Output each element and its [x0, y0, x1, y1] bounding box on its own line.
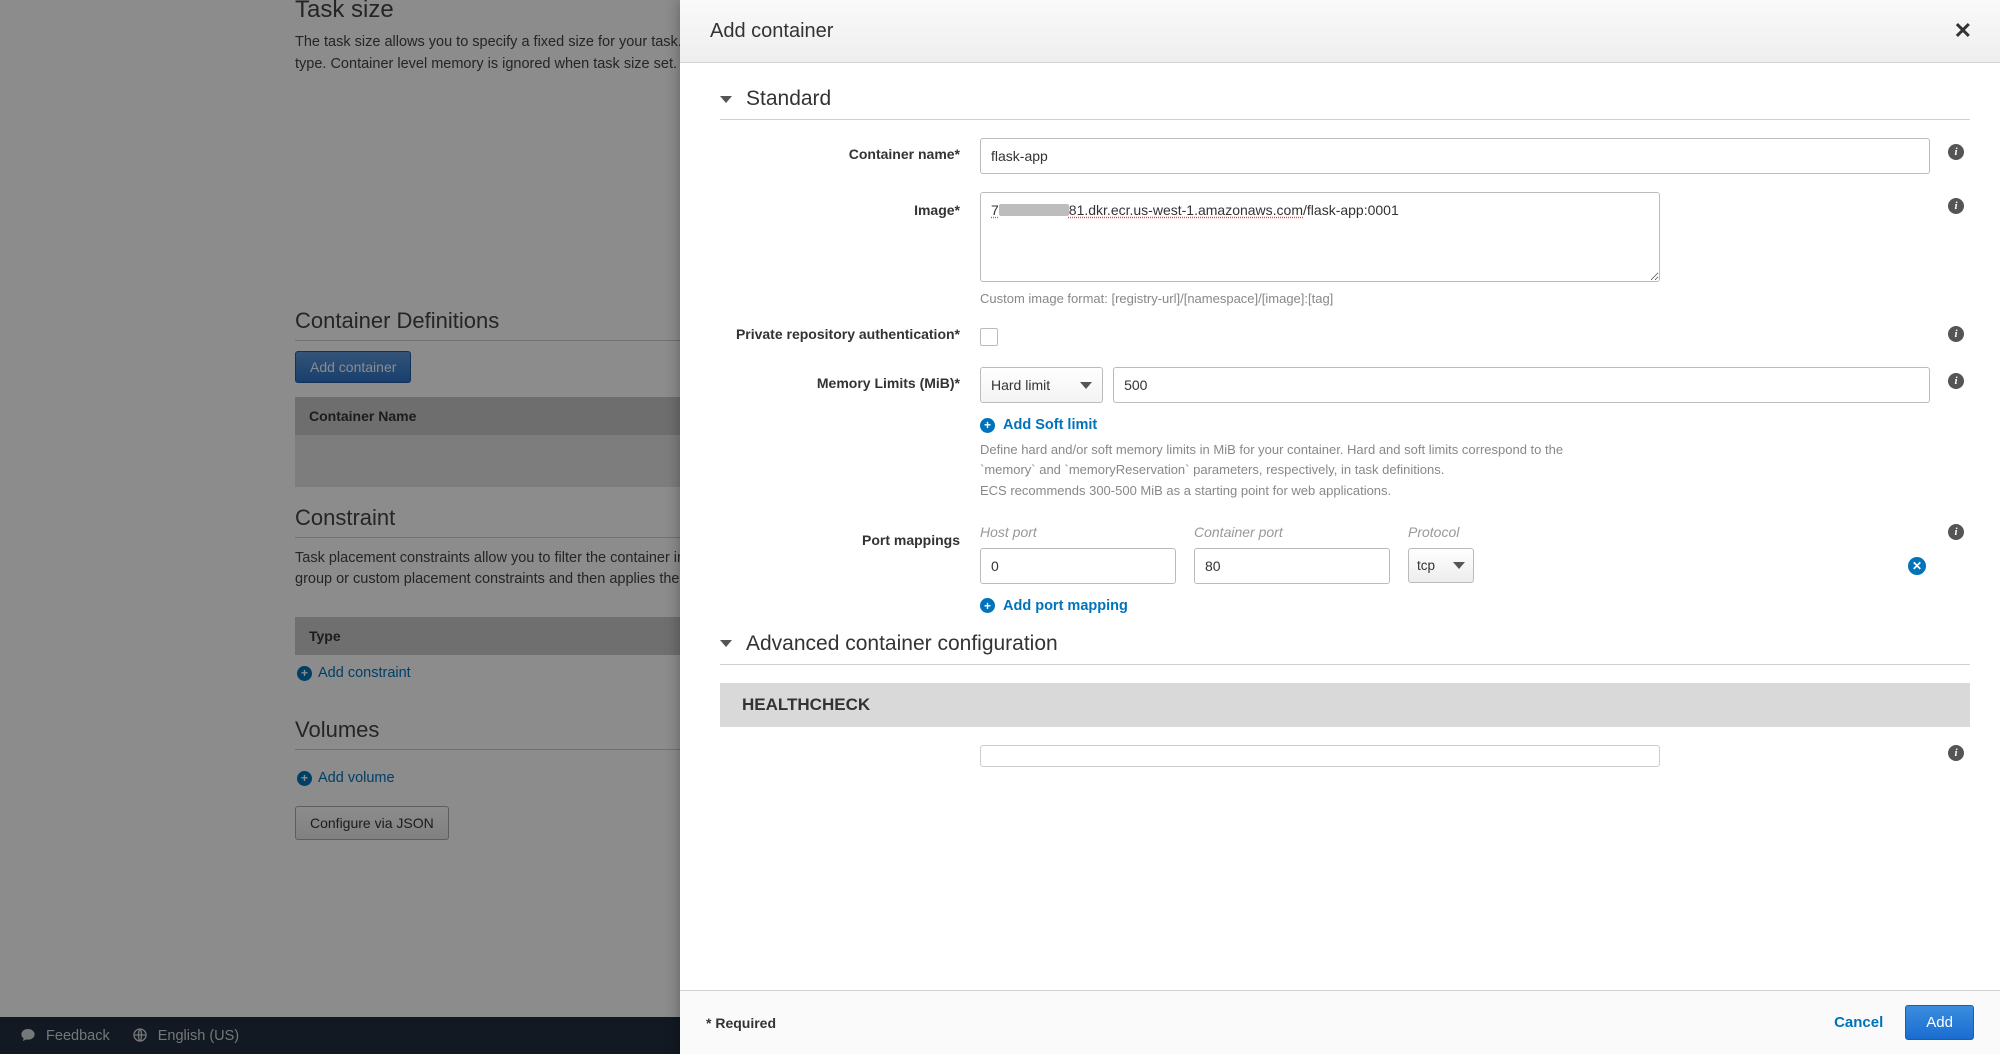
cancel-button[interactable]: Cancel — [1834, 1014, 1883, 1031]
add-button[interactable]: Add — [1905, 1005, 1974, 1040]
modal-title: Add container — [710, 20, 833, 43]
add-container-modal: Add container ✕ Standard Container name*… — [680, 0, 2000, 1054]
private-repo-auth-label: Private repository authentication* — [720, 326, 980, 342]
caret-down-icon — [720, 96, 732, 103]
memory-hint-2: `memory` and `memoryReservation` paramet… — [980, 461, 1930, 479]
add-soft-limit-link[interactable]: + Add Soft limit — [980, 417, 1097, 433]
info-icon[interactable]: i — [1948, 326, 1964, 342]
standard-section-header[interactable]: Standard — [720, 87, 1970, 120]
container-name-input[interactable] — [980, 138, 1930, 174]
info-icon[interactable]: i — [1948, 745, 1964, 761]
private-repo-auth-checkbox[interactable] — [980, 328, 998, 346]
memory-hint-3: ECS recommends 300-500 MiB as a starting… — [980, 482, 1930, 500]
modal-footer: * Required Cancel Add — [680, 990, 2000, 1054]
port-mapping-headers: Host port Container port Protocol — [980, 524, 1930, 540]
port-mappings-label: Port mappings — [720, 524, 980, 548]
info-icon[interactable]: i — [1948, 144, 1964, 160]
image-label: Image* — [720, 192, 980, 218]
redacted-account-id — [999, 204, 1069, 216]
modal-body: Standard Container name* i Image* 781.dk… — [680, 63, 2000, 990]
plus-icon: + — [980, 598, 995, 613]
plus-icon: + — [980, 418, 995, 433]
container-name-label: Container name* — [720, 138, 980, 162]
info-icon[interactable]: i — [1948, 524, 1964, 540]
memory-limit-value-input[interactable] — [1113, 367, 1930, 403]
port-mapping-row: tcp ✕ — [980, 548, 1930, 584]
advanced-section-header[interactable]: Advanced container configuration — [720, 632, 1970, 665]
remove-port-mapping-icon[interactable]: ✕ — [1908, 557, 1926, 575]
caret-down-icon — [1453, 562, 1465, 569]
close-icon[interactable]: ✕ — [1954, 18, 1972, 44]
container-port-input[interactable] — [1194, 548, 1390, 584]
image-format-hint: Custom image format: [registry-url]/[nam… — [980, 290, 1930, 308]
caret-down-icon — [720, 640, 732, 647]
memory-hint-1: Define hard and/or soft memory limits in… — [980, 441, 1930, 459]
info-icon[interactable]: i — [1948, 198, 1964, 214]
memory-limits-label: Memory Limits (MiB)* — [720, 367, 980, 391]
memory-limit-type-select[interactable]: Hard limit — [980, 367, 1103, 403]
required-note: * Required — [706, 1015, 776, 1031]
add-port-mapping-link[interactable]: + Add port mapping — [980, 598, 1128, 614]
info-icon[interactable]: i — [1948, 373, 1964, 389]
healthcheck-command-input[interactable] — [980, 745, 1660, 767]
image-input[interactable]: 781.dkr.ecr.us-west-1.amazonaws.com/flas… — [980, 192, 1660, 282]
healthcheck-subheader: HEALTHCHECK — [720, 683, 1970, 727]
modal-header: Add container ✕ — [680, 0, 2000, 63]
protocol-select[interactable]: tcp — [1408, 548, 1474, 583]
caret-down-icon — [1080, 382, 1092, 389]
host-port-input[interactable] — [980, 548, 1176, 584]
